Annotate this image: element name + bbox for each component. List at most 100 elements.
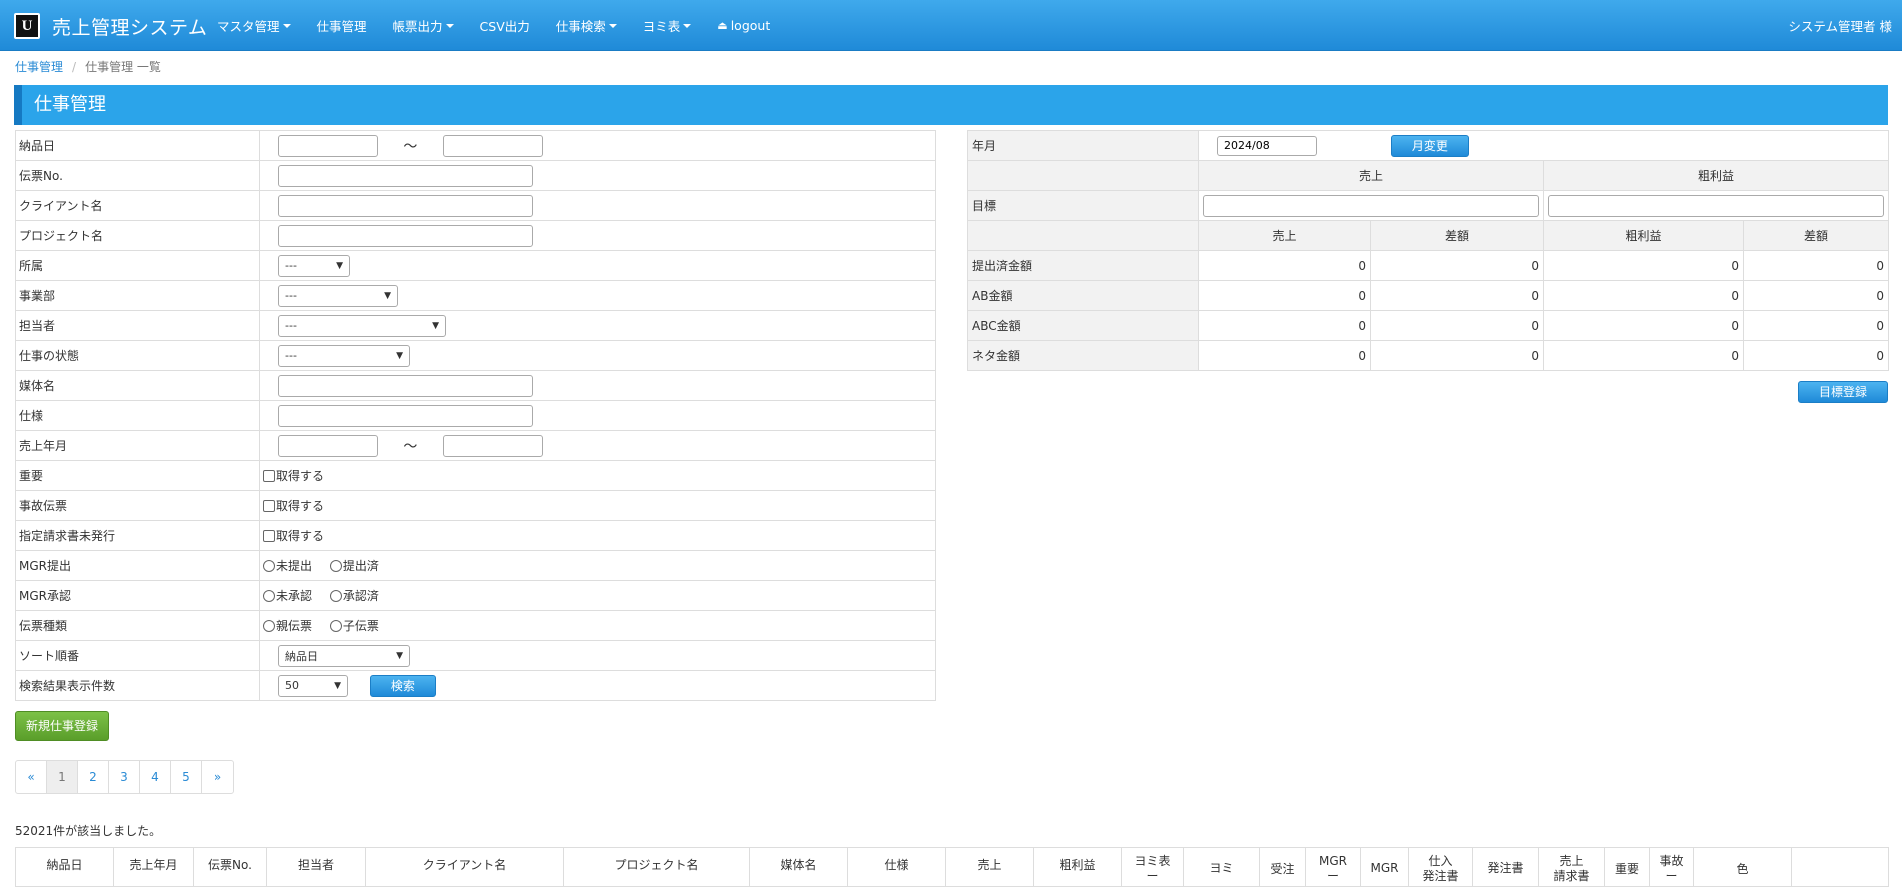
column-header[interactable]: 担当者 <box>267 848 366 886</box>
important-checkbox[interactable] <box>263 469 275 482</box>
nav-reports[interactable]: 帳票出力 <box>393 16 454 35</box>
sort-order-select[interactable]: 納品日 ▼ <box>278 644 410 667</box>
column-header[interactable]: 仕様 <box>848 848 946 886</box>
mgr-submit-option-unsubmitted: 未提出 <box>276 559 313 573</box>
nav-menu: マスタ管理 仕事管理 帳票出力 CSV出力 仕事検索 ヨミ表 ⏏ logout <box>217 0 796 51</box>
column-header[interactable]: ヨミ表ー <box>1122 848 1184 886</box>
mgr-submit-radio-unsubmitted[interactable] <box>263 559 275 572</box>
current-user[interactable]: システム管理者 様 <box>1788 16 1892 35</box>
column-header[interactable]: 重要 <box>1605 848 1650 886</box>
mgr-submit-option-submitted: 提出済 <box>342 559 379 573</box>
column-header[interactable]: プロジェクト名 <box>564 848 750 886</box>
goal-profit-input[interactable] <box>1548 194 1884 217</box>
division-selected: --- <box>285 289 297 302</box>
result-count-select[interactable]: 50 ▼ <box>278 674 348 697</box>
slip-type-radio-parent[interactable] <box>263 619 275 632</box>
nav-job-search-label: 仕事検索 <box>555 19 606 34</box>
label-important: 重要 <box>15 460 260 491</box>
month-input[interactable] <box>1217 135 1317 156</box>
job-status-select[interactable]: --- ▼ <box>278 344 410 367</box>
label-client-name: クライアント名 <box>15 190 260 221</box>
accident-slip-checkbox[interactable] <box>263 499 275 512</box>
nav-logout[interactable]: ⏏ logout <box>717 18 770 33</box>
nav-master[interactable]: マスタ管理 <box>217 16 291 35</box>
cell-value: 0 <box>1198 310 1371 341</box>
chevron-down-icon: ▼ <box>396 650 403 661</box>
slip-no-input[interactable] <box>278 164 533 187</box>
division-select[interactable]: --- ▼ <box>278 284 398 307</box>
column-header[interactable]: 媒体名 <box>750 848 848 886</box>
breadcrumb: 仕事管理 / 仕事管理 一覧 <box>15 58 161 75</box>
project-name-input[interactable] <box>278 224 533 247</box>
nav-job-search[interactable]: 仕事検索 <box>556 16 617 35</box>
row-label: ネタ金額 <box>967 340 1199 371</box>
pagination-page-1[interactable]: 1 <box>47 761 78 793</box>
pagination-next[interactable]: » <box>202 761 233 793</box>
column-header[interactable]: 仕入 発注書 <box>1409 848 1473 886</box>
nav-yomi[interactable]: ヨミ表 <box>643 16 692 35</box>
affiliation-selected: --- <box>285 259 297 272</box>
cell-value: 0 <box>1743 310 1889 341</box>
cell-value: 0 <box>1370 250 1544 281</box>
invoice-unissued-checkbox[interactable] <box>263 529 275 542</box>
label-slip-no: 伝票No. <box>15 160 260 191</box>
sales-month-to-input[interactable] <box>442 434 543 457</box>
change-month-button[interactable]: 月変更 <box>1390 134 1469 157</box>
column-header[interactable]: 粗利益 <box>1034 848 1122 886</box>
delivery-date-to-input[interactable] <box>442 134 543 157</box>
label-job-status: 仕事の状態 <box>15 340 260 371</box>
column-header[interactable]: 伝票No. <box>194 848 267 886</box>
spec-input[interactable] <box>278 404 533 427</box>
search-button[interactable]: 検索 <box>369 674 436 697</box>
column-header[interactable]: 色 <box>1694 848 1792 886</box>
column-header[interactable]: 受注 <box>1260 848 1306 886</box>
slip-type-radio-child[interactable] <box>329 619 342 632</box>
slip-type-option-child: 子伝票 <box>342 619 379 633</box>
result-count-text: 52021件が該当しました。 <box>15 824 162 838</box>
column-header <box>1792 848 1888 886</box>
caret-down-icon <box>608 23 617 28</box>
nav-jobs[interactable]: 仕事管理 <box>317 16 367 35</box>
label-mgr-approve: MGR承認 <box>15 580 260 611</box>
subheader-profit: 粗利益 <box>1543 220 1744 251</box>
column-header[interactable]: 納品日 <box>16 848 114 886</box>
pagination-page-3[interactable]: 3 <box>109 761 140 793</box>
cell-value: 0 <box>1543 340 1744 371</box>
column-header[interactable]: 売上年月 <box>114 848 194 886</box>
mgr-submit-radio-submitted[interactable] <box>329 559 342 572</box>
affiliation-select[interactable]: --- ▼ <box>278 254 350 277</box>
brand[interactable]: U 売上管理システム <box>14 13 207 39</box>
label-delivery-date: 納品日 <box>15 130 260 161</box>
person-selected: --- <box>285 319 297 332</box>
cell-value: 0 <box>1543 310 1744 341</box>
sales-month-from-input[interactable] <box>278 434 378 457</box>
person-select[interactable]: --- ▼ <box>278 314 446 337</box>
column-header[interactable]: 売上 請求書 <box>1539 848 1605 886</box>
pagination-page-4[interactable]: 4 <box>140 761 171 793</box>
column-header[interactable]: 発注書 <box>1473 848 1539 886</box>
pagination-page-5[interactable]: 5 <box>171 761 202 793</box>
goal-register-button[interactable]: 目標登録 <box>1798 381 1888 403</box>
mgr-approve-radio-unapproved[interactable] <box>263 589 275 602</box>
column-header[interactable]: 売上 <box>946 848 1034 886</box>
label-media-name: 媒体名 <box>15 370 260 401</box>
nav-csv[interactable]: CSV出力 <box>480 16 530 35</box>
pagination-prev[interactable]: « <box>16 761 47 793</box>
column-header[interactable]: MGR <box>1361 848 1409 886</box>
column-header[interactable]: MGR ー <box>1306 848 1361 886</box>
column-header[interactable]: 事故ー <box>1650 848 1694 886</box>
column-header[interactable]: クライアント名 <box>366 848 564 886</box>
row-label: 提出済金額 <box>967 250 1199 281</box>
label-goal: 目標 <box>967 190 1199 221</box>
mgr-approve-radio-approved[interactable] <box>329 589 342 602</box>
pagination-page-2[interactable]: 2 <box>78 761 109 793</box>
label-division: 事業部 <box>15 280 260 311</box>
breadcrumb-link-jobs[interactable]: 仕事管理 <box>15 58 63 75</box>
new-job-button[interactable]: 新規仕事登録 <box>15 711 109 741</box>
goal-sales-input[interactable] <box>1203 194 1539 217</box>
media-name-input[interactable] <box>278 374 533 397</box>
client-name-input[interactable] <box>278 194 533 217</box>
delivery-date-from-input[interactable] <box>278 134 378 157</box>
nav-logout-label: logout <box>730 18 771 33</box>
column-header[interactable]: ヨミ <box>1184 848 1260 886</box>
